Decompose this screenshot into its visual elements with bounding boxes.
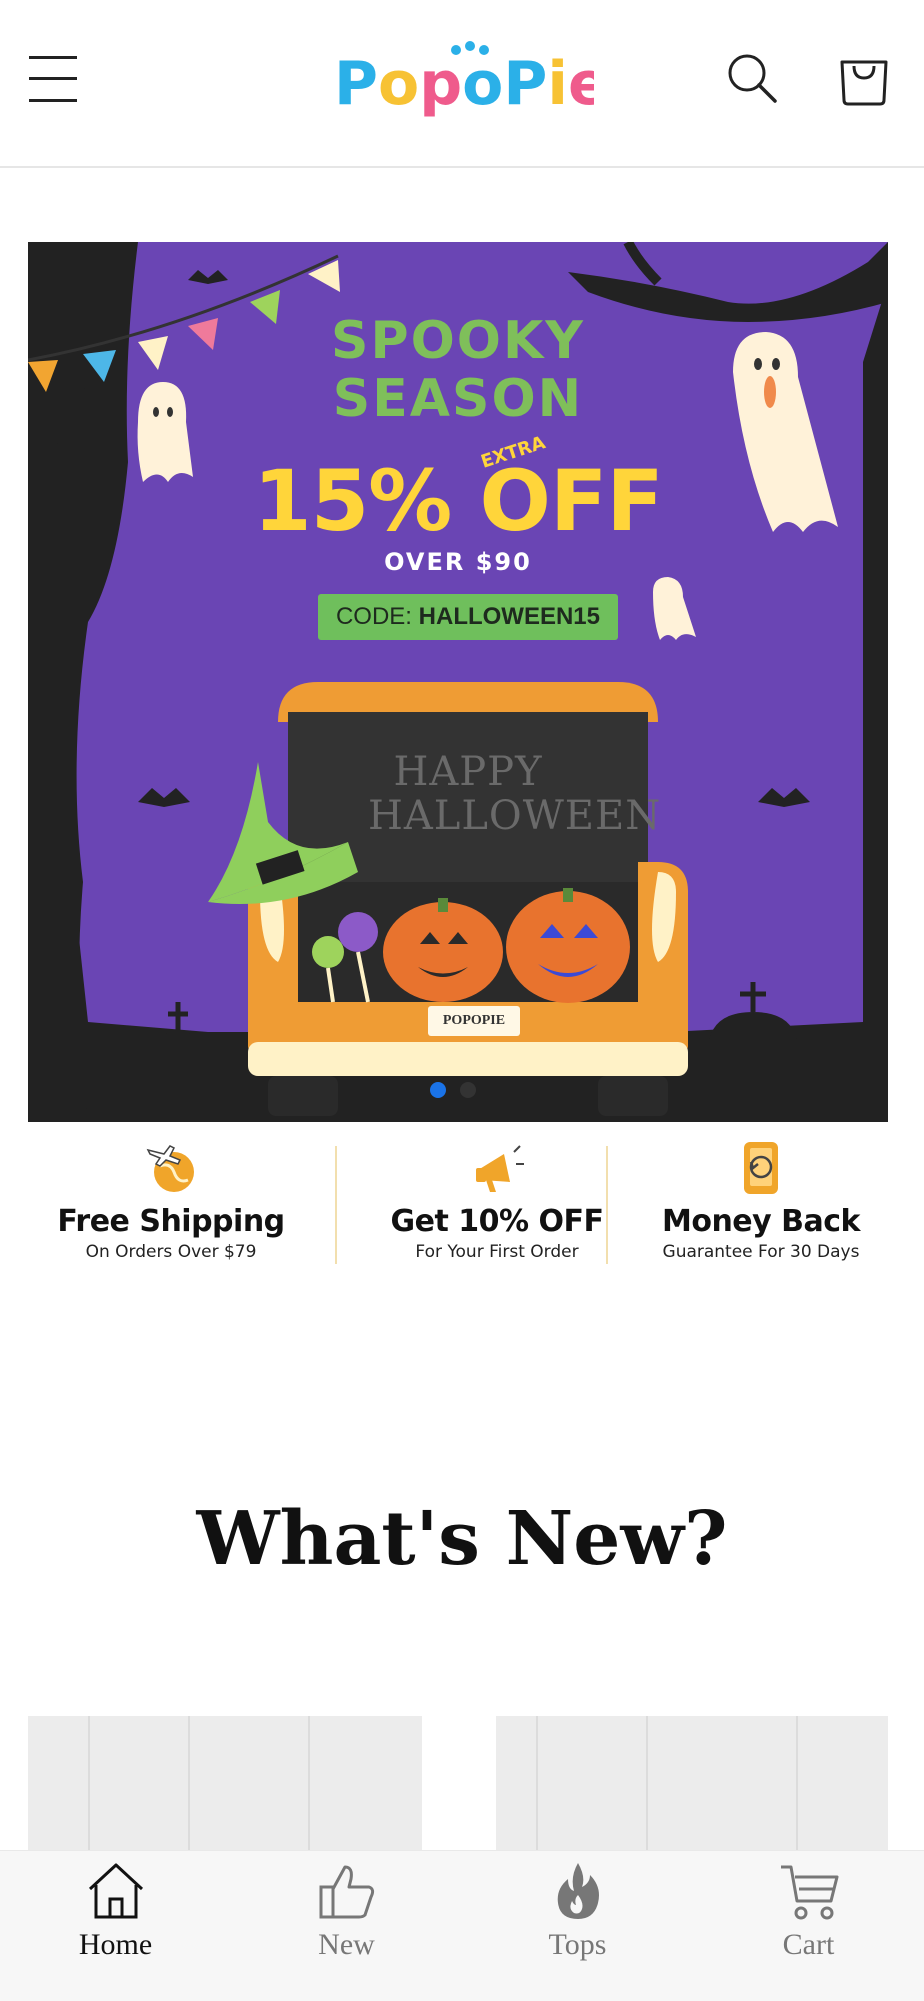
perk-subtitle: On Orders Over $79 bbox=[85, 1242, 257, 1262]
home-icon bbox=[88, 1863, 143, 1919]
license-plate: POPOPIE bbox=[428, 1006, 520, 1036]
cart-button[interactable] bbox=[836, 50, 892, 106]
svg-text:PopoPie: PopoPie bbox=[334, 49, 594, 119]
popopie-logo[interactable]: PopoPie bbox=[330, 40, 594, 120]
promo-code: CODE: HALLOWEEN15 bbox=[318, 594, 618, 640]
carousel-dot-2[interactable] bbox=[460, 1082, 476, 1098]
perk-first-order[interactable]: Get 10% OFF For Your First Order bbox=[354, 1140, 640, 1270]
trunk-greeting: HAPPY HALLOWEEN bbox=[368, 749, 662, 839]
perk-title: Get 10% OFF bbox=[390, 1204, 605, 1239]
search-button[interactable] bbox=[724, 50, 780, 106]
nav-cart[interactable]: Cart bbox=[693, 1851, 924, 2001]
section-title: What's New? bbox=[196, 1496, 728, 1582]
megaphone-icon bbox=[476, 1145, 524, 1192]
trunk-line-2: HALLOWEEN bbox=[368, 793, 662, 839]
discount-text: 15% OFF bbox=[253, 452, 663, 550]
discount-condition: OVER $90 bbox=[384, 548, 532, 576]
promo-code-label: CODE: bbox=[335, 603, 412, 630]
bottom-navigation: Home New Tops Cart bbox=[0, 1850, 924, 2001]
promo-code-value: HALLOWEEN15 bbox=[418, 603, 601, 630]
search-icon bbox=[728, 54, 777, 103]
headline-line-2: SEASON bbox=[332, 369, 584, 429]
globe-plane-icon bbox=[146, 1145, 194, 1192]
hero-banner[interactable]: SPOOKY SEASON 15% OFF EXTRA OVER $90 COD… bbox=[28, 242, 888, 1122]
hamburger-line bbox=[29, 77, 77, 80]
nav-label: Tops bbox=[548, 1928, 607, 1961]
site-header: PopoPie bbox=[0, 0, 924, 168]
menu-button[interactable] bbox=[29, 56, 77, 102]
nav-label: New bbox=[318, 1928, 375, 1961]
hamburger-line bbox=[29, 99, 77, 102]
product-card-1[interactable] bbox=[28, 1716, 422, 1856]
wood-grain bbox=[646, 1716, 648, 1856]
banner-headline: SPOOKY SEASON bbox=[28, 312, 888, 428]
wood-grain bbox=[188, 1716, 190, 1856]
wood-grain bbox=[536, 1716, 538, 1856]
nav-label: Home bbox=[78, 1928, 153, 1961]
nav-label: Cart bbox=[782, 1928, 835, 1961]
nav-home[interactable]: Home bbox=[0, 1851, 231, 2001]
hamburger-line bbox=[29, 56, 77, 59]
flame-icon bbox=[557, 1863, 599, 1919]
wood-grain bbox=[88, 1716, 90, 1856]
perk-subtitle: Guarantee For 30 Days bbox=[662, 1242, 860, 1262]
perk-divider bbox=[606, 1146, 608, 1264]
perk-divider bbox=[335, 1146, 337, 1264]
cart-icon bbox=[780, 1865, 838, 1920]
perk-free-shipping[interactable]: Free Shipping On Orders Over $79 bbox=[28, 1140, 314, 1270]
wood-grain bbox=[308, 1716, 310, 1856]
trunk-line-1: HAPPY bbox=[393, 749, 543, 795]
perk-title: Money Back bbox=[661, 1204, 861, 1239]
headline-line-1: SPOOKY bbox=[331, 311, 585, 371]
nav-new[interactable]: New bbox=[231, 1851, 462, 2001]
nav-tops[interactable]: Tops bbox=[462, 1851, 693, 2001]
perk-title: Free Shipping bbox=[57, 1204, 285, 1239]
wood-grain bbox=[796, 1716, 798, 1856]
perk-money-back[interactable]: Money Back Guarantee For 30 Days bbox=[618, 1140, 904, 1270]
perk-subtitle: For Your First Order bbox=[415, 1242, 579, 1262]
phone-refund-icon bbox=[744, 1142, 778, 1194]
product-card-2[interactable] bbox=[496, 1716, 888, 1856]
carousel-dot-1[interactable] bbox=[430, 1082, 446, 1098]
perks-strip: Free Shipping On Orders Over $79 Get 10%… bbox=[28, 1140, 888, 1270]
thumbs-up-icon bbox=[319, 1865, 374, 1919]
bag-icon bbox=[840, 60, 888, 106]
carousel-dots bbox=[430, 1082, 490, 1098]
